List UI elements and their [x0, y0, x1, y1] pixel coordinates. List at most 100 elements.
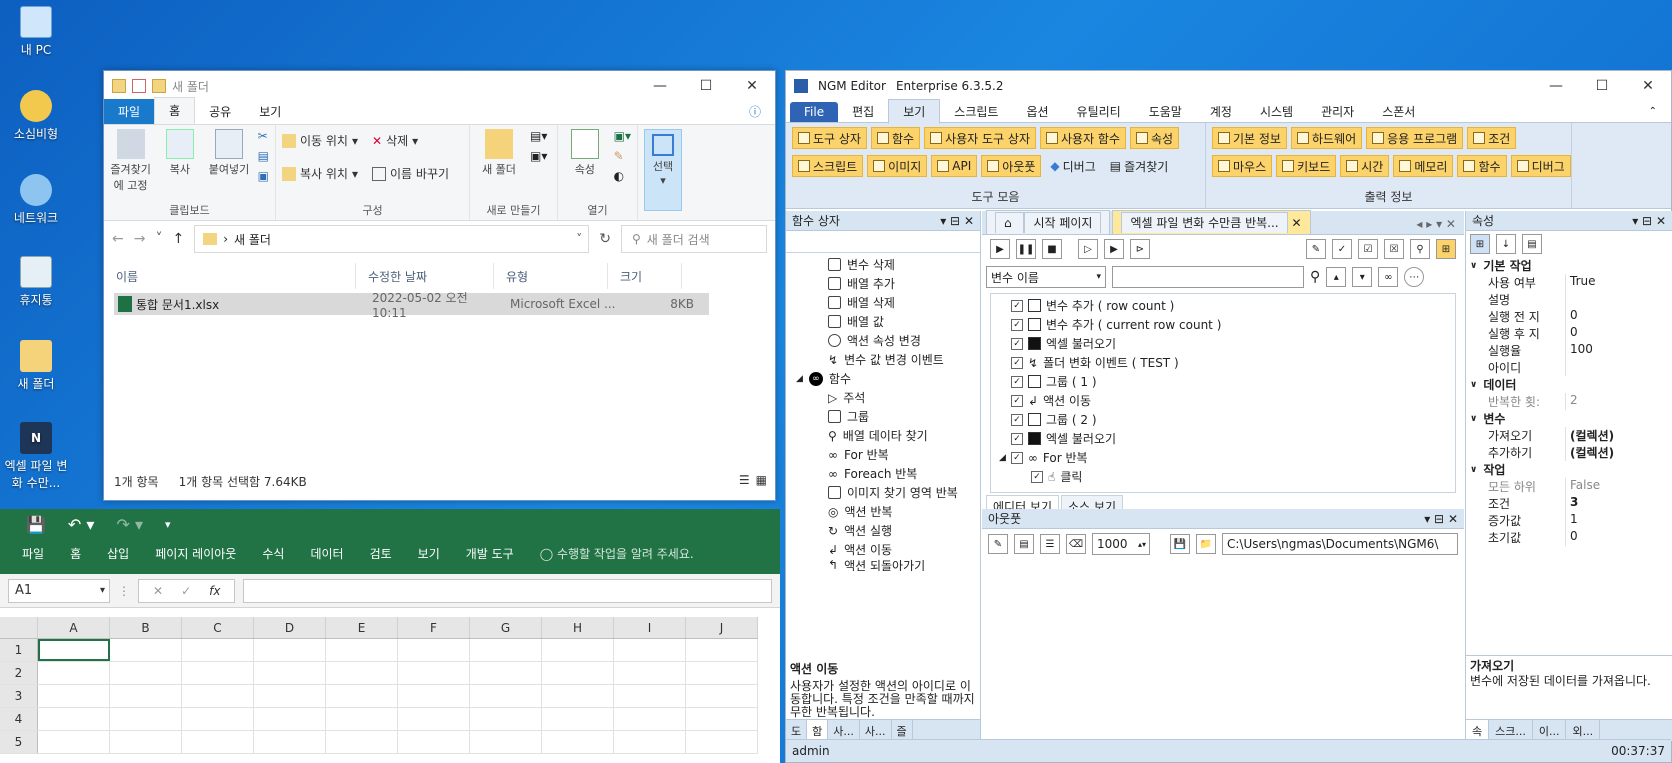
- tab-options[interactable]: 옵션: [1012, 100, 1062, 123]
- col-header[interactable]: D: [254, 617, 326, 638]
- select-button[interactable]: 선택 ▾: [644, 129, 682, 211]
- item-checkbox[interactable]: ✓: [1010, 451, 1023, 464]
- tab-home[interactable]: 홈: [70, 545, 81, 562]
- properties-icon[interactable]: [132, 79, 146, 93]
- paste-button[interactable]: 붙여넣기: [208, 129, 249, 177]
- list-item[interactable]: ✓ 변수 추가 ( current row count ): [991, 315, 1455, 334]
- stop-button[interactable]: ■: [1042, 239, 1062, 259]
- category-basic[interactable]: ∨ 기본 작업: [1466, 257, 1672, 274]
- desktop-icon-my-pc[interactable]: 내 PC: [4, 6, 68, 58]
- tab-function[interactable]: 함: [807, 720, 829, 741]
- category-variable[interactable]: ∨ 변수: [1466, 410, 1672, 427]
- property-row[interactable]: 증가값 1: [1466, 512, 1672, 529]
- collapse-icon[interactable]: ◢: [999, 453, 1006, 463]
- tab-image[interactable]: 이...: [1533, 720, 1567, 741]
- rename-button[interactable]: 이름 바꾸기: [372, 162, 449, 185]
- properties-button[interactable]: 속성: [1130, 127, 1180, 149]
- list-item[interactable]: ✓ ↯ 폴더 변화 이벤트 ( TEST ): [991, 353, 1455, 372]
- list-item[interactable]: ∞ For 반복: [786, 445, 980, 464]
- pane-menu-icon[interactable]: ▾: [940, 214, 946, 228]
- edit-icon[interactable]: ✎: [614, 149, 631, 163]
- close-icon[interactable]: ✕: [1656, 214, 1666, 228]
- check-icon[interactable]: ✓: [1332, 239, 1352, 259]
- redo-icon[interactable]: ↷ ▾: [116, 515, 143, 534]
- col-header[interactable]: C: [182, 617, 254, 638]
- paste-shortcut-icon[interactable]: ▣: [258, 169, 269, 183]
- col-header[interactable]: A: [38, 617, 110, 638]
- favorites-button[interactable]: ▤ 즐겨찾기: [1105, 155, 1174, 177]
- tab-view[interactable]: 보기: [888, 99, 941, 124]
- filter-select[interactable]: 변수 이름 ▾: [986, 266, 1106, 288]
- property-row[interactable]: 아이디: [1466, 359, 1672, 376]
- col-header[interactable]: F: [398, 617, 470, 638]
- col-header[interactable]: E: [326, 617, 398, 638]
- chevron-down-icon[interactable]: ˅: [155, 231, 162, 247]
- col-header[interactable]: J: [686, 617, 758, 638]
- zoom-icon[interactable]: ⚲: [1410, 239, 1430, 259]
- file-row[interactable]: 통합 문서1.xlsx 2022-05-02 오전 10:11 Microsof…: [114, 291, 709, 320]
- item-checkbox[interactable]: ✓: [1011, 318, 1023, 331]
- col-header[interactable]: H: [542, 617, 614, 638]
- pin-button[interactable]: 즐겨찾기에 고정: [110, 129, 151, 193]
- tab-review[interactable]: 검토: [370, 545, 392, 562]
- edit-icon[interactable]: ✎: [1306, 239, 1326, 259]
- property-row[interactable]: 실행율 100: [1466, 342, 1672, 359]
- undo-icon[interactable]: ↶ ▾: [68, 515, 95, 534]
- collapse-icon[interactable]: ∨: [1470, 380, 1477, 390]
- tree-view-icon[interactable]: ⊞: [1436, 239, 1456, 259]
- list-item[interactable]: 이미지 찾기 영역 반복: [786, 483, 980, 502]
- step-into-button[interactable]: ▶: [1104, 239, 1124, 259]
- property-row[interactable]: 초기값 0: [1466, 529, 1672, 546]
- tab-user-function[interactable]: 사...: [860, 720, 892, 741]
- minimize-button[interactable]: —: [1533, 71, 1579, 101]
- move-to-button[interactable]: 이동 위치 ▾: [282, 129, 358, 152]
- pin-icon[interactable]: ⊟: [1434, 512, 1444, 526]
- list-item[interactable]: ◎ 액션 반복: [786, 502, 980, 521]
- new-folder-icon[interactable]: [152, 79, 166, 93]
- mouse-button[interactable]: 마우스: [1212, 155, 1273, 177]
- customize-qa-icon[interactable]: ▾: [165, 518, 171, 531]
- collapse-icon[interactable]: ∨: [1470, 465, 1477, 475]
- refresh-icon[interactable]: ↻: [599, 231, 611, 247]
- keyboard-button[interactable]: 키보드: [1276, 155, 1337, 177]
- tab-toolbox[interactable]: 도: [786, 720, 808, 741]
- more-icon[interactable]: ⋯: [1404, 267, 1425, 287]
- new-folder-button[interactable]: 새 폴더: [476, 129, 522, 177]
- property-row[interactable]: 추가하기 (컬렉션): [1466, 444, 1672, 461]
- col-size[interactable]: 크기: [608, 263, 682, 289]
- list-item[interactable]: ↲ 액션 이동: [786, 540, 980, 559]
- col-date[interactable]: 수정한 날짜: [356, 263, 494, 289]
- play-button[interactable]: ▶: [990, 239, 1010, 259]
- list-item[interactable]: ✓ 엑셀 불러오기: [991, 429, 1455, 448]
- desktop-icon-network[interactable]: 네트워크: [4, 174, 68, 226]
- image-button[interactable]: 이미지: [867, 155, 928, 177]
- desktop-icon-new-folder[interactable]: 새 폴더: [4, 340, 68, 392]
- delete-button[interactable]: ✕ 삭제 ▾: [372, 129, 418, 152]
- list-icon[interactable]: ☰: [1040, 534, 1060, 554]
- list-item[interactable]: ◢ ✓ ∞ For 반복: [991, 448, 1455, 467]
- list-item[interactable]: 배열 값: [786, 312, 980, 331]
- tab-file[interactable]: 파일: [104, 99, 155, 124]
- list-item[interactable]: ✓ 그룹 ( 2 ): [991, 410, 1455, 429]
- property-row[interactable]: 반복한 횟: 2: [1466, 393, 1672, 410]
- formula-input[interactable]: [243, 578, 772, 603]
- infinity-icon[interactable]: ∞: [1378, 267, 1399, 287]
- list-item[interactable]: ✓ 엑셀 불러오기: [991, 334, 1455, 353]
- property-row[interactable]: 설명: [1466, 291, 1672, 308]
- close-icon[interactable]: ✕: [964, 214, 974, 228]
- tab-sponsor[interactable]: 스폰서: [1368, 100, 1429, 123]
- tab-edit[interactable]: 편집: [838, 100, 888, 123]
- item-checkbox[interactable]: ✓: [1011, 432, 1023, 445]
- collapse-icon[interactable]: ∨: [1470, 414, 1477, 424]
- tab-user-toolbox[interactable]: 사...: [828, 720, 860, 741]
- tab-view[interactable]: 보기: [418, 545, 440, 562]
- list-item[interactable]: ⚲ 배열 데이타 찾기: [786, 426, 980, 445]
- check-all-icon[interactable]: ☑: [1358, 239, 1378, 259]
- list-item[interactable]: ✓ ↲ 액션 이동: [991, 391, 1455, 410]
- col-name[interactable]: 이름: [104, 263, 356, 289]
- toolbox-button[interactable]: 도구 상자: [792, 127, 867, 149]
- large-icons-view-icon[interactable]: ▦: [756, 473, 767, 490]
- col-header[interactable]: B: [110, 617, 182, 638]
- next-icon[interactable]: ▾: [1352, 267, 1373, 287]
- property-row[interactable]: 실행 후 지0: [1466, 325, 1672, 342]
